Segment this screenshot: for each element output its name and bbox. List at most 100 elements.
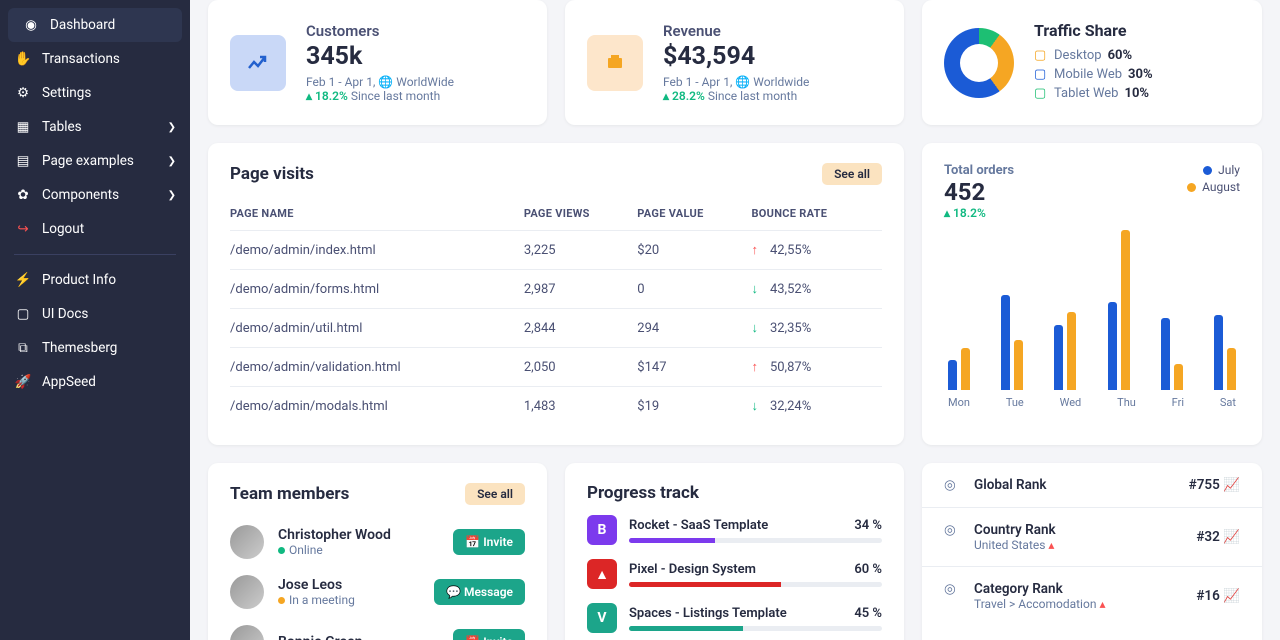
invite-button[interactable]: 📅 Invite [453, 529, 525, 555]
progress-title: Progress track [587, 483, 699, 503]
arrow-down-icon: ↓ [751, 281, 758, 297]
nav-logout[interactable]: ↪Logout [0, 212, 190, 246]
project-icon: ▲ [587, 559, 617, 589]
customers-title: Customers [306, 22, 454, 40]
nav-page-examples[interactable]: ▤Page examples❯ [0, 144, 190, 178]
customers-delta: ▴ 18.2% Since last month [306, 89, 454, 103]
bar-group [948, 348, 970, 390]
avatar [230, 625, 264, 640]
nav-transactions[interactable]: ✋Transactions [0, 42, 190, 76]
orders-label: Total orders [944, 163, 1014, 178]
team-member: Bonnie Green📅 Invite [230, 617, 525, 640]
bar-group [1001, 295, 1023, 390]
table-row: /demo/admin/index.html3,225$20↑42,55% [230, 231, 882, 270]
page-visits-table: PAGE NAMEPAGE VIEWSPAGE VALUEBOUNCE RATE… [230, 197, 882, 425]
progress-item: BRocket - SaaS Template34 % [587, 515, 882, 545]
bar-group [1161, 318, 1183, 390]
avatar [230, 575, 264, 609]
nav-separator [14, 254, 176, 255]
revenue-title: Revenue [663, 22, 809, 40]
revenue-delta: ▴ 28.2% Since last month [663, 89, 809, 103]
customers-card: Customers 345k Feb 1 - Apr 1, 🌐 WorldWid… [208, 0, 547, 125]
chart-legend: JulyAugust [1187, 163, 1240, 197]
rank-item[interactable]: ◎Category RankTravel > Accomodation ▴#16… [922, 566, 1262, 625]
main-content: Customers 345k Feb 1 - Apr 1, 🌐 WorldWid… [190, 0, 1280, 640]
rank-icon: ◎ [944, 522, 960, 538]
traffic-title: Traffic Share [1034, 21, 1153, 40]
chevron-right-icon: ❯ [168, 156, 176, 167]
chevron-right-icon: ❯ [168, 190, 176, 201]
transactions-icon: ✋ [14, 51, 32, 67]
orders-delta: ▴ 18.2% [944, 206, 1014, 220]
nav-tables[interactable]: ▦Tables❯ [0, 110, 190, 144]
nav-appseed[interactable]: 🚀AppSeed [0, 365, 190, 399]
team-member: Christopher WoodOnline📅 Invite [230, 517, 525, 567]
chart-icon: 📈 [1223, 588, 1240, 604]
traffic-card: Traffic Share ▢ Desktop 60% ▢ Mobile Web … [922, 0, 1262, 125]
project-icon: V [587, 603, 617, 633]
revenue-card: Revenue $43,594 Feb 1 - Apr 1, 🌐 Worldwi… [565, 0, 904, 125]
table-row: /demo/admin/validation.html2,050$147↑50,… [230, 348, 882, 387]
arrow-down-icon: ↓ [751, 320, 758, 336]
team-card: Team members See all Christopher WoodOnl… [208, 463, 547, 640]
device-icon: ▢ [1034, 67, 1048, 82]
chart-line-icon [230, 35, 286, 91]
device-icon: ▢ [1034, 48, 1048, 63]
cash-register-icon [587, 35, 643, 91]
traffic-row: ▢ Mobile Web 30% [1034, 67, 1153, 82]
arrow-up-icon: ↑ [751, 242, 758, 258]
see-all-button[interactable]: See all [822, 163, 882, 185]
traffic-donut-chart [944, 28, 1014, 98]
team-member: Jose LeosIn a meeting💬 Message [230, 567, 525, 617]
team-title: Team members [230, 484, 349, 504]
page examples-icon: ▤ [14, 153, 32, 169]
chevron-right-icon: ❯ [168, 122, 176, 133]
project-icon: B [587, 515, 617, 545]
see-all-button[interactable]: See all [465, 483, 525, 505]
nav-components[interactable]: ✿Components❯ [0, 178, 190, 212]
message-button[interactable]: 💬 Message [434, 579, 525, 605]
orders-bar-chart [944, 220, 1240, 390]
rank-icon: ◎ [944, 581, 960, 597]
customers-value: 345k [306, 42, 454, 71]
table-row: /demo/admin/forms.html2,9870↓43,52% [230, 270, 882, 309]
settings-icon: ⚙ [14, 85, 32, 101]
nav-dashboard[interactable]: ◉Dashboard [8, 8, 182, 42]
rank-item[interactable]: ◎Global Rank#755 📈 [922, 463, 1262, 507]
progress-item: VSpaces - Listings Template45 % [587, 603, 882, 633]
logout-icon: ↪ [14, 221, 32, 237]
chart-icon: 📈 [1223, 477, 1240, 493]
dashboard-icon: ◉ [22, 17, 40, 33]
progress-item: ▲Pixel - Design System60 % [587, 559, 882, 589]
revenue-value: $43,594 [663, 42, 809, 71]
ranks-card: ◎Global Rank#755 📈◎Country RankUnited St… [922, 463, 1262, 640]
bar-group [1054, 312, 1076, 390]
page-visits-card: Page visits See all PAGE NAMEPAGE VIEWSP… [208, 143, 904, 445]
arrow-up-icon: ↑ [751, 359, 758, 375]
device-icon: ▢ [1034, 86, 1048, 101]
components-icon: ✿ [14, 187, 32, 203]
tables-icon: ▦ [14, 119, 32, 135]
customers-period: Feb 1 - Apr 1, 🌐 WorldWide [306, 75, 454, 89]
nav-product-info[interactable]: ⚡Product Info [0, 263, 190, 297]
invite-button[interactable]: 📅 Invite [453, 629, 525, 640]
nav-ui-docs[interactable]: ▢UI Docs [0, 297, 190, 331]
rank-item[interactable]: ◎Country RankUnited States ▴#32 📈 [922, 507, 1262, 566]
orders-card: Total orders 452 ▴ 18.2% JulyAugust MonT… [922, 143, 1262, 445]
traffic-row: ▢ Desktop 60% [1034, 48, 1153, 63]
table-row: /demo/admin/modals.html1,483$19↓32,24% [230, 387, 882, 426]
progress-card: Progress track BRocket - SaaS Template34… [565, 463, 904, 640]
table-row: /demo/admin/util.html2,844294↓32,35% [230, 309, 882, 348]
revenue-period: Feb 1 - Apr 1, 🌐 Worldwide [663, 75, 809, 89]
bar-group [1214, 315, 1236, 390]
page-visits-title: Page visits [230, 164, 314, 184]
traffic-row: ▢ Tablet Web 10% [1034, 86, 1153, 101]
nav-settings[interactable]: ⚙Settings [0, 76, 190, 110]
rank-icon: ◎ [944, 477, 960, 493]
orders-value: 452 [944, 178, 1014, 206]
nav-themesberg[interactable]: ⧉Themesberg [0, 331, 190, 365]
avatar [230, 525, 264, 559]
sidebar: ◉Dashboard✋Transactions⚙Settings▦Tables❯… [0, 0, 190, 640]
bar-group [1108, 230, 1130, 390]
arrow-down-icon: ↓ [751, 398, 758, 414]
